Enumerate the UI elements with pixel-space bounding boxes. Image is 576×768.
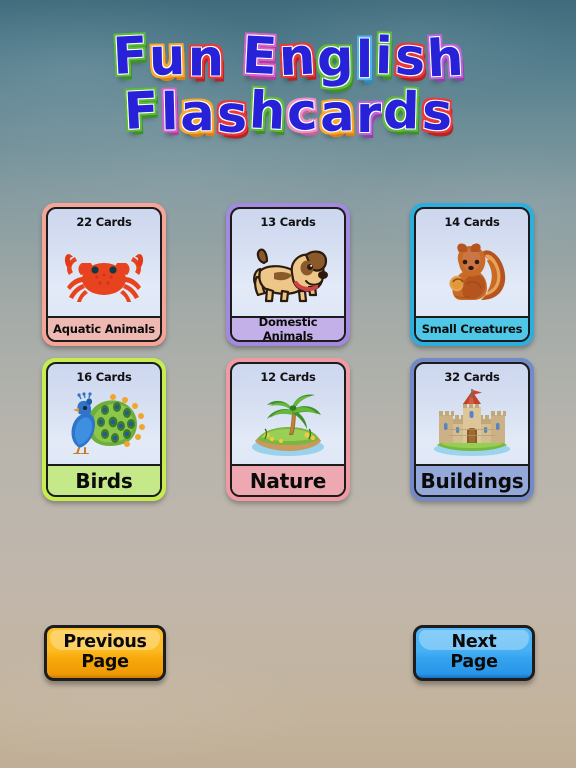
card-title: Small Creatures (416, 316, 528, 340)
category-card-nature[interactable]: 12 Cards Nature (226, 358, 350, 501)
peacock-icon (48, 384, 160, 464)
title-letter: a (318, 84, 355, 144)
title-letter: E (240, 26, 279, 88)
card-count-label: 16 Cards (76, 370, 132, 384)
category-card-buildings[interactable]: 32 Cards Buildings (410, 358, 534, 501)
card-count-label: 22 Cards (76, 215, 132, 229)
title-letter: d (382, 81, 421, 142)
crab-icon (48, 229, 160, 316)
page-title: Fun English Flashcards (0, 26, 576, 146)
squirrel-icon (416, 229, 528, 316)
card-count-label: 32 Cards (444, 370, 500, 384)
card-title: Birds (48, 464, 160, 495)
title-letter: g (316, 29, 355, 90)
title-letter: l (160, 83, 179, 143)
card-count-label: 12 Cards (260, 370, 316, 384)
card-inner: 12 Cards Nature (230, 362, 346, 497)
app-root: Fun English Flashcards 22 Cards Aquatic … (0, 0, 576, 768)
next-page-button[interactable]: Next Page (413, 625, 535, 681)
card-title: Domestic Animals (232, 315, 344, 340)
title-line-1: Fun English (0, 26, 576, 90)
previous-page-label-line2: Page (81, 652, 129, 672)
title-letter: F (122, 81, 161, 142)
title-letter: u (148, 27, 187, 88)
previous-page-button[interactable]: Previous Page (44, 625, 166, 681)
title-line-2: Flashcards (0, 81, 576, 146)
card-title: Buildings (416, 464, 528, 495)
card-inner: 13 Cards Domestic Animals (230, 207, 346, 342)
dog-icon (232, 229, 344, 316)
title-letter: h (425, 28, 465, 90)
card-inner: 16 Cards Birds (46, 362, 162, 497)
category-card-birds[interactable]: 16 Cards Birds (42, 358, 166, 501)
previous-page-label-line1: Previous (63, 632, 147, 653)
title-letter: n (187, 29, 225, 89)
title-letter: a (180, 84, 215, 144)
category-card-small-creatures[interactable]: 14 Cards Small Creatures (410, 203, 534, 346)
title-letter: n (277, 27, 317, 89)
next-page-label-line1: Next (451, 632, 497, 653)
title-letter: s (420, 82, 454, 144)
category-card-aquatic-animals[interactable]: 22 Cards Aquatic Animals (42, 203, 166, 346)
title-letter: i (374, 26, 394, 87)
title-letter: c (285, 82, 319, 144)
title-letter: r (356, 85, 382, 145)
title-letter: F (111, 26, 149, 88)
card-inner: 32 Cards Buildings (414, 362, 530, 497)
palm-island-icon (232, 384, 344, 464)
next-page-label-line2: Page (450, 652, 498, 672)
card-title: Aquatic Animals (48, 316, 160, 340)
card-title: Nature (232, 464, 344, 495)
category-grid: 22 Cards Aquatic Animals 13 Cards Domest… (42, 203, 536, 501)
title-letter: s (215, 85, 248, 146)
card-count-label: 13 Cards (260, 215, 316, 229)
card-count-label: 14 Cards (444, 215, 500, 229)
castle-icon (416, 384, 528, 464)
category-card-domestic-animals[interactable]: 13 Cards Domestic Animals (226, 203, 350, 346)
card-inner: 22 Cards Aquatic Animals (46, 207, 162, 342)
title-letter: h (247, 81, 287, 143)
title-letter: s (393, 27, 427, 89)
title-letter: l (355, 30, 374, 90)
card-inner: 14 Cards Small Creatures (414, 207, 530, 342)
